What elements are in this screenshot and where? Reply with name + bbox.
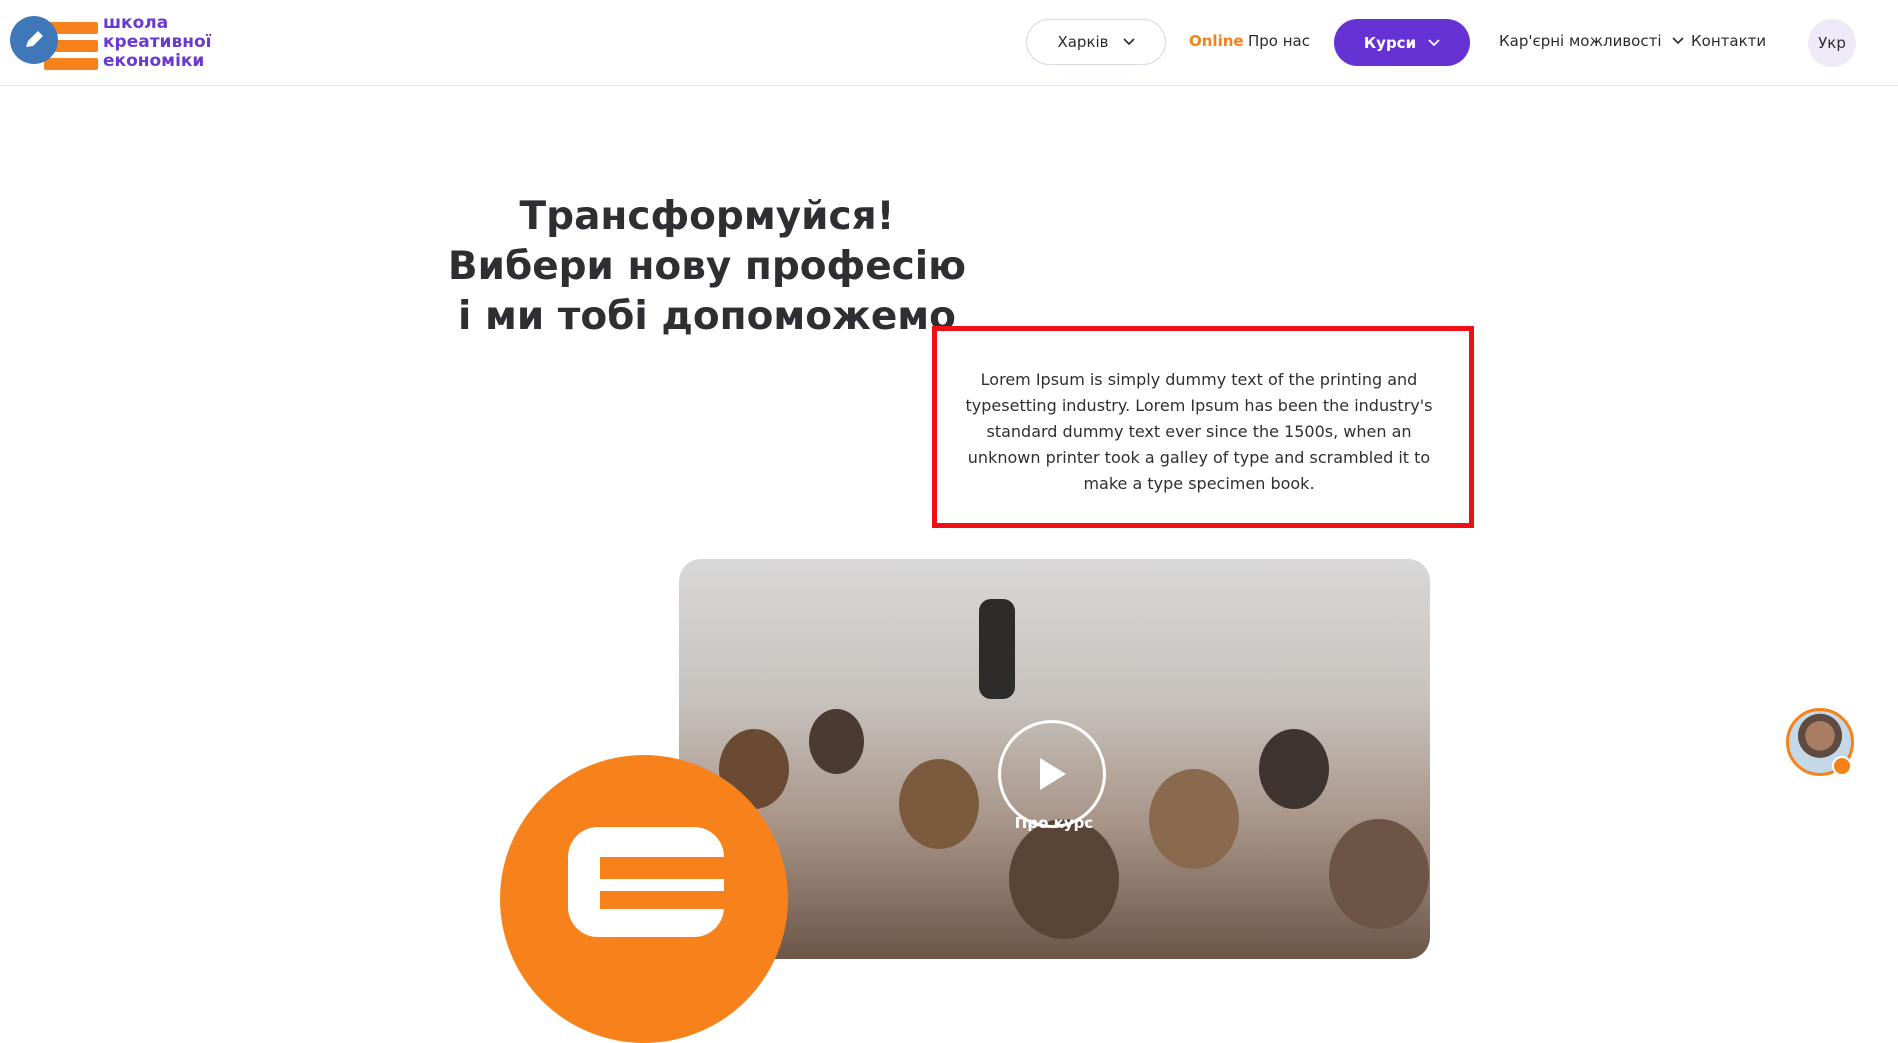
audience-head — [899, 759, 979, 849]
speaker-figure — [979, 599, 1015, 699]
audience-head — [1329, 819, 1429, 929]
emblem-cut — [600, 857, 724, 879]
hero-title: Трансформуйся! Вибери нову професію і ми… — [447, 194, 967, 339]
chevron-down-icon — [1122, 38, 1135, 46]
emblem-cut — [600, 891, 724, 909]
audience-head — [1009, 819, 1119, 939]
audience-head — [1259, 729, 1329, 809]
site-logo[interactable]: школа креативної економіки — [10, 14, 211, 72]
emblem-shape — [568, 827, 724, 937]
nav-career[interactable]: Кар'єрні можливості — [1499, 32, 1684, 50]
city-select[interactable]: Харків — [1026, 19, 1166, 65]
courses-button-label: Курси — [1363, 33, 1417, 52]
city-select-label: Харків — [1057, 33, 1109, 51]
site-header: школа креативної економіки Харків Online… — [0, 0, 1898, 86]
hero-description: Lorem Ipsum is simply dummy text of the … — [965, 370, 1433, 493]
language-switcher[interactable]: Укр — [1808, 19, 1856, 67]
courses-button[interactable]: Курси — [1334, 19, 1470, 66]
audience-head — [1149, 769, 1239, 869]
brand-emblem-icon — [500, 755, 788, 1043]
logo-mark-icon — [10, 14, 98, 72]
pencil-icon — [10, 16, 58, 64]
language-label: Укр — [1818, 34, 1846, 52]
logo-text-line3: економіки — [103, 51, 205, 71]
logo-text-line2: креативної — [103, 32, 212, 52]
chevron-down-icon — [1671, 37, 1684, 45]
logo-text-line1: школа — [103, 13, 169, 33]
logo-bar — [44, 58, 98, 70]
chevron-down-icon — [1428, 38, 1440, 46]
play-label: Про курс — [1014, 814, 1094, 832]
nav-about[interactable]: Про нас — [1248, 32, 1310, 50]
audience-head — [809, 709, 864, 774]
chat-badge-icon — [1832, 756, 1852, 776]
logo-text: школа креативної економіки — [103, 14, 223, 71]
nav-career-label: Кар'єрні можливості — [1499, 32, 1662, 50]
nav-online[interactable]: Online — [1189, 32, 1244, 50]
play-icon — [1040, 758, 1066, 790]
play-button[interactable] — [998, 720, 1106, 828]
nav-contacts[interactable]: Контакти — [1691, 32, 1766, 50]
